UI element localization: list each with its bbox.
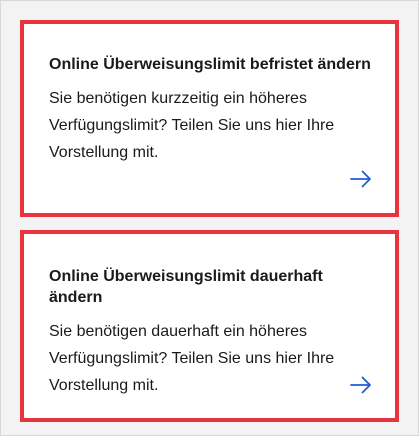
arrow-right-icon[interactable] [350,170,372,188]
arrow-right-icon[interactable] [350,376,372,394]
card-description: Sie benötigen kurzzeitig ein höheres Ver… [49,90,335,161]
card-title: Online Überweisungslimit dauerhaft änder… [49,268,323,306]
limit-options-panel: Online Überweisungslimit befristet änder… [0,0,419,436]
limit-temporary-card[interactable]: Online Überweisungslimit befristet änder… [20,20,399,217]
card-description: Sie benötigen dauerhaft ein höheres Verf… [49,323,335,394]
card-title: Online Überweisungslimit befristet änder… [49,56,371,73]
limit-permanent-card[interactable]: Online Überweisungslimit dauerhaft änder… [20,230,399,422]
